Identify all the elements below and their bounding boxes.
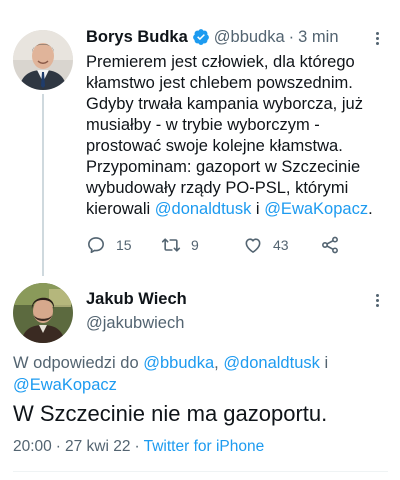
tweet-time[interactable]: 3 min [298,28,338,47]
mention-ewakopacz[interactable]: @EwaKopacz [13,376,117,394]
parent-tweet-text: Premierem jest człowiek, dla którego kła… [86,52,388,220]
text-fragment: . [368,200,373,218]
text-fragment: i [251,200,265,218]
author-handle[interactable]: @bbudka [214,28,285,47]
share-button[interactable] [320,233,340,257]
divider [13,471,388,472]
thread-connector-line [42,94,44,276]
meta-separator: · [134,438,140,455]
tweet-text-line: kierowali @donaldtusk i @EwaKopacz. [86,199,388,220]
text-fragment: , [214,354,224,372]
parent-tweet[interactable]: Borys Budka @bbudka · 3 min Premierem je… [0,0,400,280]
text-fragment: kierowali [86,200,155,218]
header-separator: · [288,27,295,46]
tweet-text-line: musiałby - w trybie wyborczym - [86,116,320,134]
tweet-text-line: kłamstwo jest chlebem powszednim. [86,74,353,92]
mention-bbudka[interactable]: @bbudka [143,354,214,372]
main-tweet-text: W Szczecinie nie ma gazoportu. [13,401,328,426]
author-name[interactable]: Borys Budka [86,28,188,47]
share-icon [322,236,338,254]
avatar-image [13,283,73,343]
reply-button[interactable]: 15 [86,233,132,257]
author-name[interactable]: Jakub Wiech [86,290,187,309]
more-options-icon[interactable] [367,290,387,310]
avatar-borys-budka[interactable] [13,30,73,90]
avatar-jakub-wiech[interactable] [13,283,73,343]
retweet-button[interactable]: 9 [161,233,199,257]
text-fragment: i [319,354,329,372]
more-options-icon[interactable] [367,28,387,48]
mention-donaldtusk[interactable]: @donaldtusk [223,354,320,372]
author-handle[interactable]: @jakubwiech [86,314,184,333]
retweet-count: 9 [191,237,199,253]
tweet-text-line: Przypominam: gazoport w Szczecinie [86,158,361,176]
parent-tweet-header: Borys Budka @bbudka · 3 min [86,25,386,49]
tweet-text-line: prostować swoje kolejne kłamstwa. [86,137,343,155]
reply-count: 15 [116,237,132,253]
mention-ewakopacz[interactable]: @EwaKopacz [264,200,368,218]
avatar-image [13,30,73,90]
reply-bubble-icon [88,237,104,254]
mention-donaldtusk[interactable]: @donaldtusk [155,200,252,218]
tweet-time[interactable]: 20:00 [13,438,52,455]
like-count: 43 [273,237,289,253]
tweet-text-line: Gdyby trwała kampania wyborcza, już [86,95,363,113]
tweet-actions-bar: 15 9 43 [86,233,386,257]
retweet-arrows-icon [161,238,181,252]
meta-separator: · [55,438,61,455]
tweet-source[interactable]: Twitter for iPhone [144,438,265,455]
replying-to: W odpowiedzi do @bbudka, @donaldtusk i @E… [13,352,383,396]
heart-icon [245,238,261,253]
verified-badge-icon [192,28,210,46]
tweet-text-line: Premierem jest człowiek, dla którego [86,53,355,71]
tweet-text-line: wybudowały rządy PO-PSL, którymi [86,179,349,197]
like-button[interactable]: 43 [243,233,289,257]
tweet-metadata: 20:00 · 27 kwi 22 · Twitter for iPhone [13,438,388,456]
tweet-date[interactable]: 27 kwi 22 [65,438,130,455]
reply-to-label: W odpowiedzi do [13,354,144,372]
